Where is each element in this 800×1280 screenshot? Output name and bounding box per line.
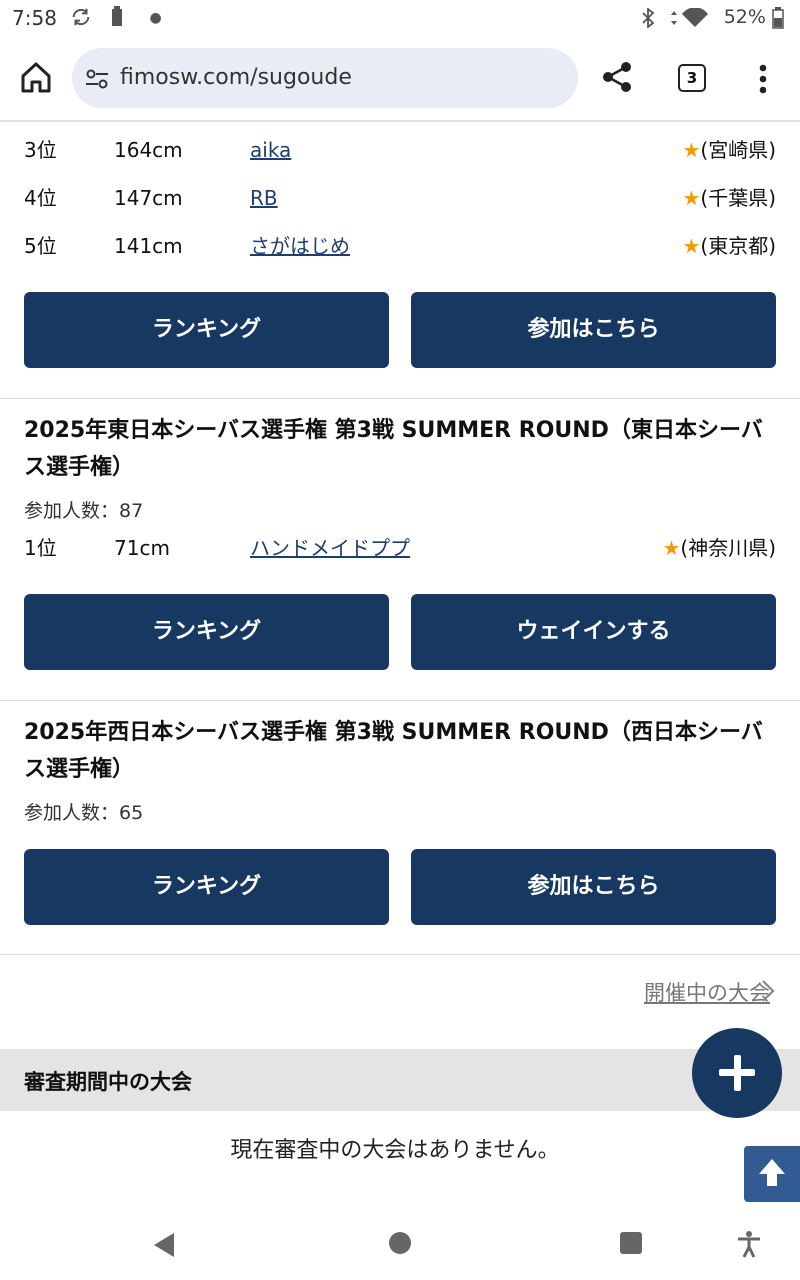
home-icon[interactable] (18, 60, 54, 96)
prefecture-text: (東京都) (700, 234, 776, 258)
angler-link[interactable]: RB (250, 178, 278, 218)
divider (0, 700, 800, 701)
angler-link[interactable]: aika (250, 130, 291, 170)
result-size: 164cm (114, 138, 183, 162)
more-menu-icon[interactable] (750, 62, 776, 96)
battery-icon (772, 6, 784, 29)
result-rank: 5位 (24, 234, 57, 258)
ranking-button[interactable]: ランキング (24, 594, 389, 670)
sync-icon (72, 8, 90, 26)
notification-icons: ● (70, 6, 162, 28)
result-size: 71cm (114, 536, 170, 560)
result-prefecture: ★(宮崎県) (682, 130, 776, 170)
star-icon: ★ (682, 186, 701, 210)
result-row: 5位 141cm さがはじめ ★(東京都) (24, 226, 776, 266)
star-icon: ★ (662, 536, 681, 560)
star-icon: ★ (682, 138, 701, 162)
share-icon[interactable] (600, 60, 634, 94)
bluetooth-icon (641, 6, 654, 29)
plus-icon (719, 1055, 755, 1091)
url-bar[interactable]: fimosw.com/sugoude (72, 48, 578, 108)
status-bar: 7:58 ● 52% (0, 0, 800, 38)
wifi-icon (670, 6, 708, 27)
section-title: 審査期間中の大会 (24, 1070, 192, 1094)
ranking-button[interactable]: ランキング (24, 292, 389, 368)
result-size: 147cm (114, 186, 183, 210)
status-time: 7:58 (12, 6, 57, 30)
result-size: 141cm (114, 234, 183, 258)
participant-count: 参加人数：87 (24, 500, 144, 522)
result-rank: 4位 (24, 186, 57, 210)
result-prefecture: ★(神奈川県) (662, 528, 776, 568)
url-text: fimosw.com/sugoude (120, 65, 352, 90)
ongoing-competitions-link[interactable]: 開催中の大会 (644, 977, 770, 1007)
result-prefecture: ★(東京都) (682, 226, 776, 266)
result-row: 3位 164cm aika ★(宮崎県) (24, 130, 776, 170)
angler-link[interactable]: さがはじめ (250, 226, 350, 266)
tab-switcher-button[interactable]: 3 (678, 64, 706, 92)
page-content: 3位 164cm aika ★(宮崎県) 4位 147cm RB ★(千葉県) … (0, 122, 800, 1212)
weigh-in-button[interactable]: ウェイインする (411, 594, 776, 670)
prefecture-text: (千葉県) (700, 186, 776, 210)
system-nav-bar (0, 1212, 800, 1280)
prefecture-text: (神奈川県) (680, 536, 776, 560)
review-section-header: 審査期間中の大会 (0, 1049, 800, 1111)
prefecture-text: (宮崎県) (700, 138, 776, 162)
arrow-up-icon (759, 1159, 785, 1186)
add-fab-button[interactable] (692, 1028, 782, 1118)
star-icon: ★ (682, 234, 701, 258)
competition-title: 2025年東日本シーバス選手権 第3戦 SUMMER ROUND（東日本シーバス… (24, 418, 763, 480)
divider (0, 398, 800, 399)
result-rank: 1位 (24, 536, 57, 560)
result-prefecture: ★(千葉県) (682, 178, 776, 218)
participant-count: 参加人数：65 (24, 802, 144, 824)
battery-small-icon (111, 6, 122, 26)
recents-icon[interactable] (619, 1231, 643, 1255)
result-row: 4位 147cm RB ★(千葉県) (24, 178, 776, 218)
result-row: 1位 71cm ハンドメイドププ ★(神奈川県) (24, 528, 776, 568)
status-right: 52% (640, 6, 784, 29)
ranking-button[interactable]: ランキング (24, 849, 389, 925)
back-icon[interactable] (150, 1230, 180, 1260)
accessibility-icon[interactable] (734, 1229, 764, 1259)
browser-toolbar: fimosw.com/sugoude 3 (0, 38, 800, 122)
join-button[interactable]: 参加はこちら (411, 292, 776, 368)
site-settings-icon[interactable] (84, 66, 110, 92)
battery-percent: 52% (723, 6, 766, 28)
chevron-right-icon[interactable] (760, 979, 776, 1003)
home-nav-icon[interactable] (387, 1230, 413, 1256)
scroll-to-top-button[interactable] (744, 1146, 800, 1202)
join-button[interactable]: 参加はこちら (411, 849, 776, 925)
divider (0, 954, 800, 955)
competition-title: 2025年西日本シーバス選手権 第3戦 SUMMER ROUND（西日本シーバス… (24, 720, 763, 782)
dot-icon: ● (149, 10, 162, 26)
empty-message: 現在審査中の大会はありません。 (230, 1138, 560, 1163)
result-rank: 3位 (24, 138, 57, 162)
angler-link[interactable]: ハンドメイドププ (250, 528, 410, 568)
